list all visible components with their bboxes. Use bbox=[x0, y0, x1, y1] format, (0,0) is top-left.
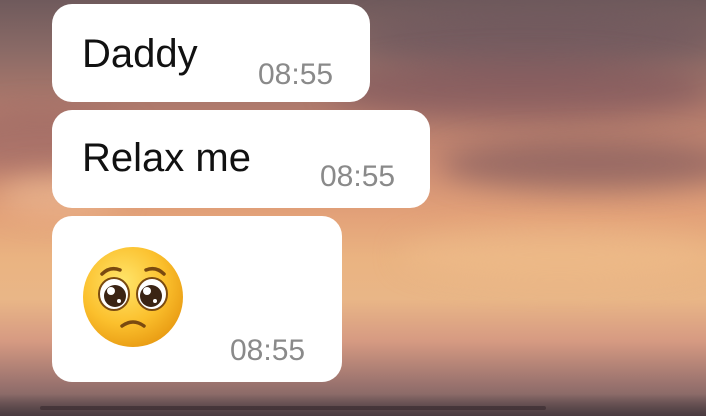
message-bubble-1[interactable]: Daddy 08:55 bbox=[52, 4, 370, 102]
message-bubble-3[interactable]: 08:55 bbox=[52, 216, 342, 382]
message-text: Relax me bbox=[82, 136, 251, 180]
message-bubble-2[interactable]: Relax me 08:55 bbox=[52, 110, 430, 208]
message-text: Daddy bbox=[82, 32, 198, 76]
message-timestamp: 08:55 bbox=[258, 58, 334, 91]
message-timestamp: 08:55 bbox=[320, 160, 396, 193]
pleading-face-icon bbox=[83, 247, 183, 347]
message-timestamp: 08:55 bbox=[230, 334, 306, 367]
